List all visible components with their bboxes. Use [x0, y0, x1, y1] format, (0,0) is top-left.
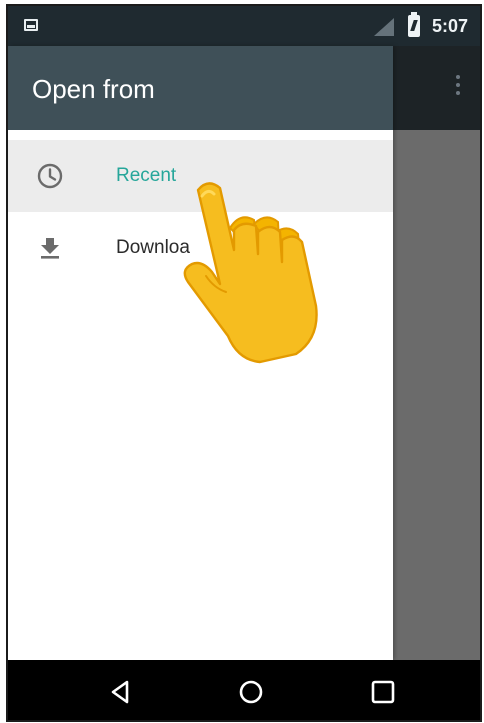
- navigation-bar: [8, 660, 480, 720]
- recents-icon[interactable]: [368, 677, 398, 707]
- drawer-title: Open from: [32, 74, 155, 104]
- back-icon[interactable]: [106, 677, 136, 707]
- clock-icon: [37, 163, 63, 189]
- device-screen: 5:07 Open from Recent Downloa: [6, 4, 482, 722]
- signal-icon: [374, 18, 394, 36]
- pointing-hand-icon: [183, 182, 318, 364]
- status-time: 5:07: [432, 16, 469, 36]
- drawer-scrim[interactable]: [393, 46, 480, 660]
- notification-image-icon: [24, 19, 38, 31]
- home-icon[interactable]: [236, 677, 266, 707]
- download-icon: [41, 238, 59, 259]
- drawer-header: Open from: [8, 46, 393, 130]
- background-toolbar: [393, 46, 480, 130]
- status-bar: 5:07: [8, 6, 480, 46]
- battery-charging-icon: [408, 12, 420, 37]
- overflow-menu-icon[interactable]: [455, 75, 461, 103]
